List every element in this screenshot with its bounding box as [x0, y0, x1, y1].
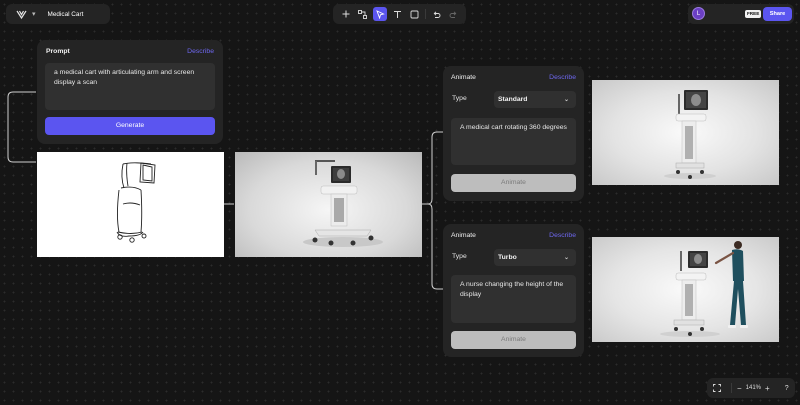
- describe-link[interactable]: Describe: [549, 232, 576, 239]
- cart-sketch-drawing: [116, 162, 156, 243]
- cart-front-drawing: [664, 90, 716, 179]
- app-logo-icon: [11, 10, 31, 19]
- type-select-value: Standard: [498, 96, 528, 103]
- describe-link[interactable]: Describe: [187, 48, 214, 55]
- animation-output-1[interactable]: [592, 80, 779, 185]
- frame-tool-icon[interactable]: [408, 7, 422, 21]
- zoom-divider: [731, 383, 732, 393]
- zoom-in-icon[interactable]: +: [765, 384, 770, 393]
- project-menu[interactable]: ▾ Medical Cart: [6, 4, 110, 24]
- animation-prompt-input[interactable]: A nurse changing the height of the displ…: [451, 275, 576, 323]
- zoom-level[interactable]: 141%: [746, 385, 761, 391]
- type-select[interactable]: Turbo ⌄: [494, 249, 576, 266]
- animation-output-2[interactable]: [592, 237, 779, 342]
- animate-panel-title: Animate: [451, 232, 476, 239]
- canvas-toolbar: [333, 4, 466, 24]
- chevron-down-icon: ⌄: [563, 255, 569, 261]
- animate-panel-title: Animate: [451, 74, 476, 81]
- text-tool-icon[interactable]: [390, 7, 404, 21]
- plan-badge: FREE: [745, 10, 762, 18]
- describe-link[interactable]: Describe: [549, 74, 576, 81]
- type-select-value: Turbo: [498, 254, 517, 261]
- redo-icon[interactable]: [446, 7, 460, 21]
- help-icon[interactable]: ?: [785, 385, 789, 392]
- zoom-out-icon[interactable]: −: [737, 384, 742, 393]
- select-pointer-icon[interactable]: [373, 7, 388, 21]
- chevron-down-icon[interactable]: ▾: [32, 10, 36, 18]
- cart-render-drawing: [303, 160, 383, 247]
- type-label: Type: [452, 253, 467, 260]
- nodes-icon[interactable]: [356, 7, 370, 21]
- nurse-cart-drawing: [660, 241, 748, 337]
- zoom-controls: − 141% + ?: [707, 378, 795, 398]
- prompt-panel-title: Prompt: [46, 48, 70, 55]
- account-bar: L FREE Share: [688, 4, 794, 24]
- animate-panel-1: Animate Describe Type Standard ⌄ A medic…: [443, 66, 584, 201]
- share-button[interactable]: Share: [763, 7, 792, 21]
- toolbar-divider: [424, 9, 426, 19]
- prompt-input[interactable]: a medical cart with articulating arm and…: [45, 63, 215, 110]
- project-title: Medical Cart: [47, 10, 84, 18]
- prompt-panel: Prompt Describe a medical cart with arti…: [37, 40, 223, 144]
- avatar[interactable]: L: [692, 7, 705, 20]
- type-select[interactable]: Standard ⌄: [494, 91, 576, 108]
- fit-view-icon[interactable]: [713, 384, 722, 392]
- animate-panel-2: Animate Describe Type Turbo ⌄ A nurse ch…: [443, 224, 584, 357]
- sketch-image[interactable]: [37, 152, 224, 257]
- undo-icon[interactable]: [429, 7, 443, 21]
- generate-button[interactable]: Generate: [45, 117, 215, 135]
- animate-button[interactable]: Animate: [451, 331, 576, 349]
- add-icon[interactable]: [339, 7, 353, 21]
- animate-button[interactable]: Animate: [451, 174, 576, 192]
- chevron-down-icon: ⌄: [563, 97, 569, 103]
- rendered-cart-image[interactable]: [235, 152, 422, 257]
- type-label: Type: [452, 95, 467, 102]
- animation-prompt-input[interactable]: A medical cart rotating 360 degrees: [451, 118, 576, 165]
